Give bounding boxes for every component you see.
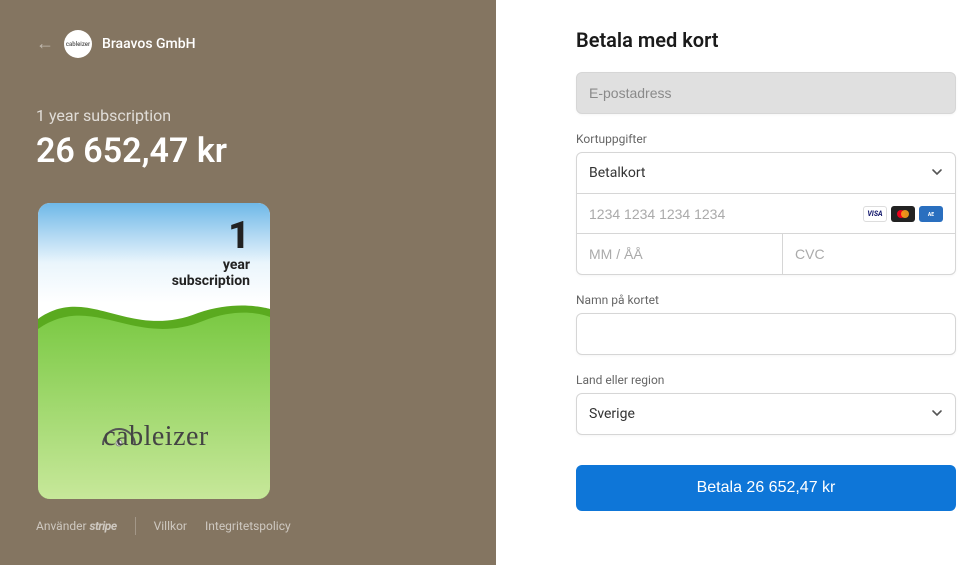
merchant-logo-text: cableizer xyxy=(66,41,90,48)
card-number-field[interactable] xyxy=(589,206,863,222)
email-input-box xyxy=(576,72,956,114)
payment-method-select[interactable]: Betalkort xyxy=(577,153,955,193)
product-summary-panel: ← cableizer Braavos GmbH 1 year subscrip… xyxy=(0,0,496,565)
mastercard-icon xyxy=(891,206,915,222)
product-image-card: 1 year subscription cableizer xyxy=(38,203,270,499)
country-group: Land eller region Sverige xyxy=(576,373,956,435)
email-field xyxy=(589,85,943,101)
chevron-down-icon xyxy=(931,166,943,181)
stripe-logo: stripe xyxy=(90,519,117,533)
card-info-box: Betalkort VISA AE xyxy=(576,152,956,275)
card-wave-graphic xyxy=(38,291,270,499)
terms-link[interactable]: Villkor xyxy=(154,519,187,533)
amex-icon: AE xyxy=(919,206,943,222)
cvc-field[interactable] xyxy=(795,246,956,262)
name-input-box xyxy=(576,313,956,355)
card-brand-icons: VISA AE xyxy=(863,206,943,222)
expiry-cvc-row xyxy=(577,233,955,274)
card-info-group: Kortuppgifter Betalkort VISA AE xyxy=(576,132,956,275)
email-group xyxy=(576,72,956,114)
cardholder-name-field[interactable] xyxy=(589,326,943,342)
powered-by-text: Använder xyxy=(36,519,87,533)
merchant-logo: cableizer xyxy=(64,30,92,58)
pay-title: Betala med kort xyxy=(576,28,956,52)
merchant-header: ← cableizer Braavos GmbH xyxy=(36,30,460,58)
back-arrow-icon[interactable]: ← xyxy=(36,35,54,53)
powered-by: Använder stripe xyxy=(36,519,117,533)
product-price: 26 652,47 kr xyxy=(36,131,460,171)
product-label: 1 year subscription xyxy=(36,106,460,125)
country-select[interactable]: Sverige xyxy=(577,394,955,434)
payment-method-value: Betalkort xyxy=(589,165,931,181)
card-subscription-text: 1 year subscription xyxy=(172,217,250,289)
card-brand-text: cableizer xyxy=(103,421,209,452)
card-info-label: Kortuppgifter xyxy=(576,132,956,146)
svg-text:AE: AE xyxy=(928,212,934,218)
visa-icon: VISA xyxy=(863,206,887,222)
card-brand-logo: cableizer xyxy=(38,421,270,453)
footer-row: Använder stripe Villkor Integritetspolic… xyxy=(36,517,460,535)
footer-divider xyxy=(135,517,136,535)
name-label: Namn på kortet xyxy=(576,293,956,307)
merchant-name: Braavos GmbH xyxy=(102,36,196,52)
payment-form-panel: Betala med kort Kortuppgifter Betalkort … xyxy=(496,0,970,565)
country-select-box: Sverige xyxy=(576,393,956,435)
country-value: Sverige xyxy=(589,406,931,422)
card-sub-text: subscription xyxy=(172,273,250,289)
card-year-text: year xyxy=(172,257,250,273)
card-number-row: VISA AE xyxy=(577,193,955,233)
chevron-down-icon xyxy=(931,407,943,422)
country-label: Land eller region xyxy=(576,373,956,387)
expiry-field[interactable] xyxy=(589,246,770,262)
name-group: Namn på kortet xyxy=(576,293,956,355)
pay-button[interactable]: Betala 26 652,47 kr xyxy=(576,465,956,511)
privacy-link[interactable]: Integritetspolicy xyxy=(205,519,291,533)
card-big-number: 1 xyxy=(172,217,250,255)
